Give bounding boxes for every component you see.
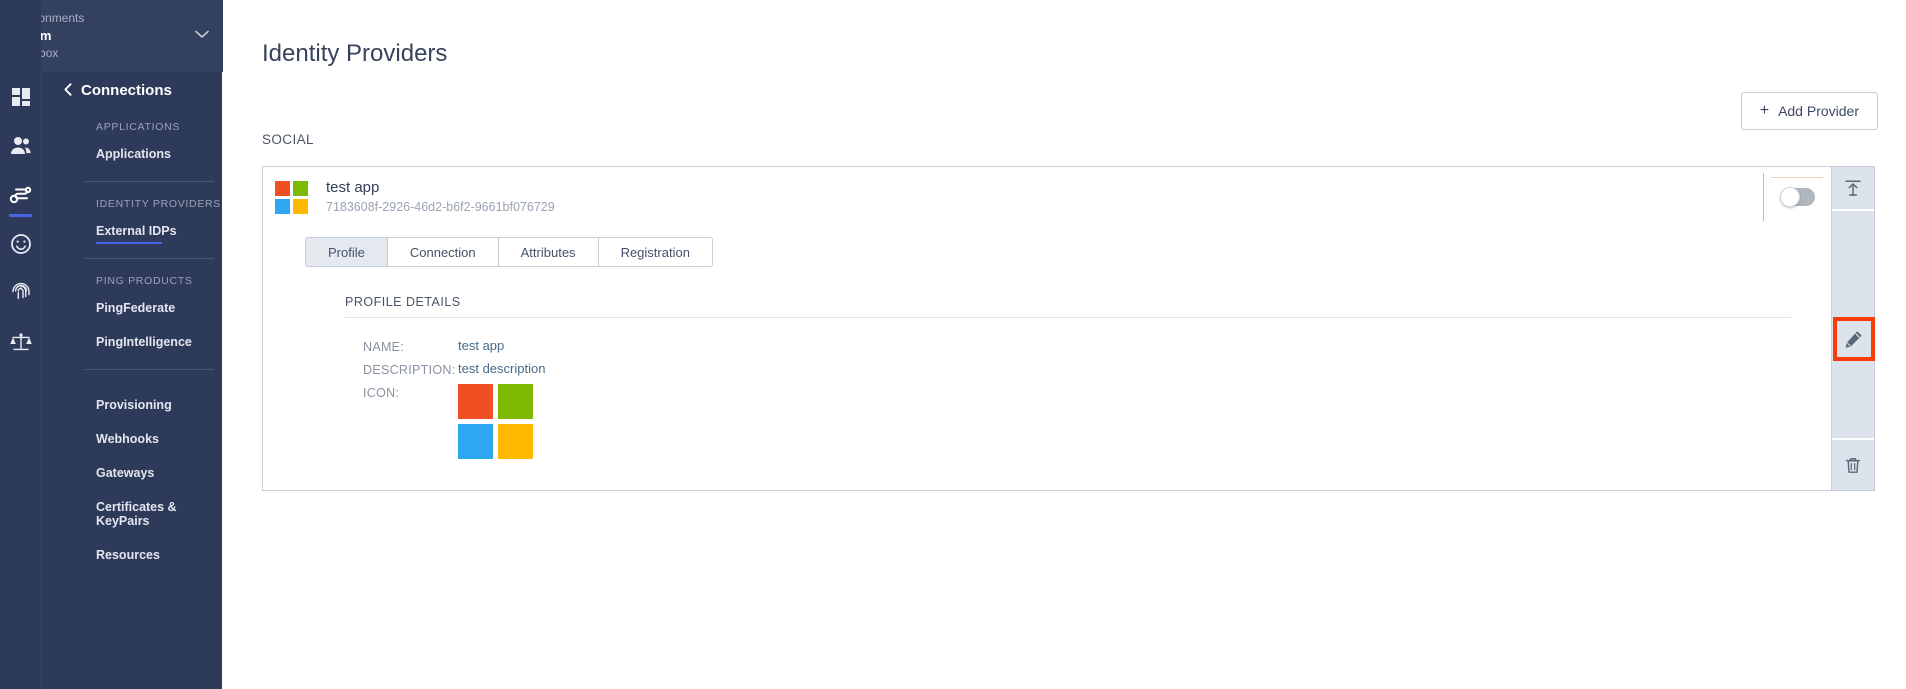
profile-details-rule — [345, 317, 1791, 318]
tab-registration[interactable]: Registration — [598, 237, 713, 267]
nav-divider — [84, 258, 214, 259]
upload-icon[interactable] — [1832, 167, 1874, 211]
nav-section-applications: APPLICATIONS — [96, 121, 181, 133]
nav-section-ping-products: PING PRODUCTS — [96, 275, 193, 287]
chevron-left-icon — [64, 82, 72, 99]
tab-profile[interactable]: Profile — [305, 237, 388, 267]
tab-connection[interactable]: Connection — [387, 237, 499, 267]
primary-icon-rail — [0, 0, 41, 689]
sidebar-item-label: Provisioning — [96, 398, 172, 412]
delete-icon[interactable] — [1832, 438, 1874, 490]
tab-label: Registration — [620, 244, 690, 260]
secondary-nav-panel: Environments Maxim Sandbox Connections A… — [1, 0, 223, 689]
experiences-icon[interactable] — [0, 219, 41, 268]
sidebar-item-label: PingIntelligence — [96, 335, 192, 349]
sidebar-item-label: Gateways — [96, 466, 155, 480]
compliance-icon[interactable] — [0, 317, 41, 366]
sidebar-item-certificates-keypairs[interactable]: Certificates & KeyPairs — [42, 490, 222, 538]
profile-details-rows: NAME: test app DESCRIPTION: test descrip… — [363, 338, 1831, 459]
provider-card-header: test app 7183608f-2926-46d2-b6f2-9661bf0… — [263, 167, 1831, 227]
tab-label: Profile — [328, 244, 365, 260]
plus-icon: + — [1759, 102, 1770, 119]
add-provider-button[interactable]: + Add Provider — [1740, 92, 1878, 130]
provider-name: test app — [326, 179, 380, 196]
microsoft-squares-icon — [458, 384, 533, 459]
sidebar-item-webhooks[interactable]: Webhooks — [42, 422, 222, 456]
sidebar-item-label: Webhooks — [96, 432, 159, 446]
sidebar-item-external-idps[interactable]: External IDPs — [42, 214, 222, 248]
sidebar-item-applications[interactable]: Applications — [42, 137, 222, 171]
authentication-icon[interactable] — [0, 268, 41, 317]
detail-label: DESCRIPTION: — [363, 363, 456, 377]
env-spacer — [0, 0, 41, 72]
detail-row-description: DESCRIPTION: test description — [363, 361, 1831, 377]
toggle-knob — [1779, 187, 1800, 207]
chevron-down-icon — [195, 26, 209, 44]
nav-back-connections[interactable]: Connections — [42, 72, 222, 109]
sidebar-item-label: Resources — [96, 548, 160, 562]
provider-action-rail — [1831, 166, 1875, 491]
main-content: Identity Providers + Add Provider SOCIAL… — [222, 0, 1906, 689]
sidebar-item-resources[interactable]: Resources — [42, 538, 222, 572]
tab-label: Connection — [409, 244, 476, 260]
nav-divider — [84, 181, 214, 182]
sidebar-item-pingfederate[interactable]: PingFederate — [42, 291, 222, 325]
users-icon[interactable] — [0, 121, 41, 170]
action-rail-spacer — [1832, 211, 1874, 317]
app-root: Environments Maxim Sandbox Connections A… — [0, 0, 1906, 689]
sidebar-item-gateways[interactable]: Gateways — [42, 456, 222, 490]
toggle-zone — [1763, 167, 1831, 227]
nav-section-identity-providers: IDENTITY PROVIDERS — [96, 198, 222, 210]
profile-details-title: PROFILE DETAILS — [345, 295, 461, 309]
provider-card-wrapper: test app 7183608f-2926-46d2-b6f2-9661bf0… — [262, 166, 1875, 491]
sidebar-item-label: External IDPs — [96, 224, 177, 238]
detail-row-icon: ICON: — [363, 384, 1831, 459]
provider-card-titles: test app 7183608f-2926-46d2-b6f2-9661bf0… — [326, 178, 555, 216]
action-rail-spacer — [1832, 361, 1874, 438]
detail-value: test app — [458, 338, 505, 353]
provider-id: 7183608f-2926-46d2-b6f2-9661bf076729 — [326, 200, 555, 214]
tab-label: Attributes — [520, 244, 576, 260]
nav-divider — [84, 369, 214, 370]
sidebar-item-provisioning[interactable]: Provisioning — [42, 388, 222, 422]
add-provider-label: Add Provider — [1778, 103, 1859, 119]
detail-value: test description — [458, 361, 546, 376]
sidebar-item-label: Certificates & KeyPairs — [96, 500, 177, 528]
nav-list: Connections APPLICATIONS Applications ID… — [42, 0, 222, 572]
sidebar-item-label: PingFederate — [96, 301, 176, 315]
sidebar-item-pingintelligence[interactable]: PingIntelligence — [42, 325, 222, 359]
nav-gap — [42, 374, 222, 388]
dashboard-icon[interactable] — [0, 72, 41, 121]
edit-icon[interactable] — [1832, 317, 1875, 361]
detail-label: NAME: — [363, 340, 405, 354]
connections-icon[interactable] — [0, 170, 41, 219]
detail-row-name: NAME: test app — [363, 338, 1831, 354]
nav-back-label: Connections — [81, 82, 172, 99]
page-title: Identity Providers — [262, 40, 448, 67]
tab-attributes[interactable]: Attributes — [498, 237, 599, 267]
group-label-social: SOCIAL — [262, 132, 314, 147]
detail-label: ICON: — [363, 386, 400, 400]
provider-tabs: Profile Connection Attributes Registrati… — [305, 237, 1831, 267]
provider-card: test app 7183608f-2926-46d2-b6f2-9661bf0… — [262, 166, 1831, 491]
microsoft-squares-icon — [275, 180, 308, 214]
enable-provider-toggle[interactable] — [1779, 187, 1815, 207]
sidebar-item-label: Applications — [96, 147, 172, 161]
